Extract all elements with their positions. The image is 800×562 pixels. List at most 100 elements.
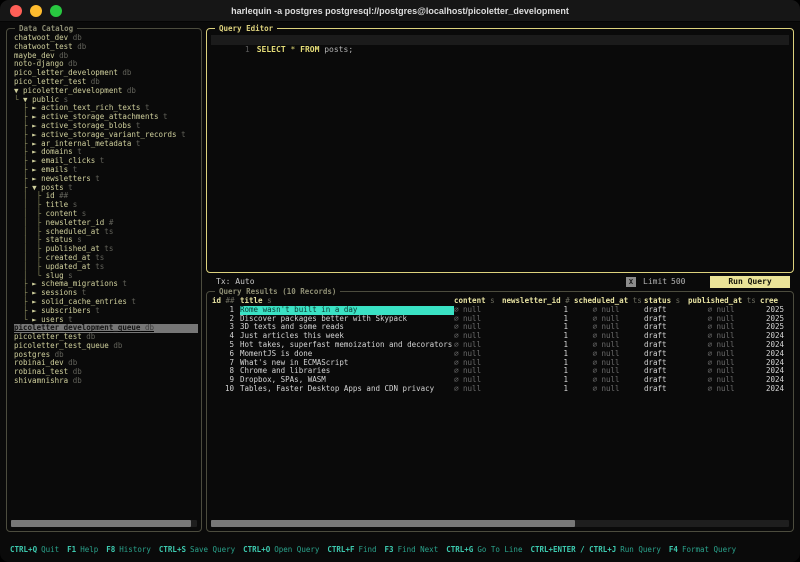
table-cell[interactable]: 2 [212,315,240,324]
table-cell[interactable]: ∅ null [454,367,502,376]
table-cell[interactable]: ∅ null [688,359,760,368]
table-row[interactable]: 10Tables, Faster Desktop Apps and CDN pr… [212,385,790,394]
table-cell[interactable]: 6 [212,350,240,359]
table-cell[interactable]: ∅ null [454,306,502,315]
table-cell[interactable]: 2025 [760,306,790,315]
table-cell[interactable]: 10 [212,385,240,394]
table-cell[interactable]: 1 [502,367,574,376]
table-cell[interactable]: draft [644,332,688,341]
table-cell[interactable]: ∅ null [574,323,644,332]
table-cell[interactable]: Dropbox, SPAs, WASM [240,376,454,385]
table-cell[interactable]: Rome wasn't built in a day [240,306,454,315]
query-editor-panel[interactable]: Query Editor 1SELECT * FROM posts; [206,28,794,273]
table-cell[interactable]: ∅ null [454,385,502,394]
table-cell[interactable]: ∅ null [454,359,502,368]
tree-item-shivamnishra[interactable]: shivamnishra db [14,377,198,386]
column-header-published_at[interactable]: published_at ts [688,297,760,306]
table-cell[interactable]: 1 [502,350,574,359]
footer-binding-help[interactable]: F1Help [67,543,98,557]
table-cell[interactable]: draft [644,376,688,385]
table-cell[interactable]: Hot takes, superfast memoization and dec… [240,341,454,350]
table-cell[interactable]: ∅ null [574,376,644,385]
table-cell[interactable]: 1 [502,323,574,332]
maximize-icon[interactable] [50,5,62,17]
table-cell[interactable]: 1 [502,315,574,324]
table-cell[interactable]: ∅ null [454,315,502,324]
table-cell[interactable]: 7 [212,359,240,368]
column-header-scheduled_at[interactable]: scheduled_at ts [574,297,644,306]
table-row[interactable]: 33D texts and some reads∅ null1∅ nulldra… [212,323,790,332]
footer-binding-find-next[interactable]: F3Find Next [385,543,439,557]
table-cell[interactable]: ∅ null [688,332,760,341]
column-header-cree[interactable]: cree [760,297,790,306]
table-cell[interactable]: draft [644,306,688,315]
table-cell[interactable]: ∅ null [454,341,502,350]
table-cell[interactable]: ∅ null [688,367,760,376]
table-cell[interactable]: 2025 [760,323,790,332]
table-cell[interactable]: draft [644,315,688,324]
column-header-id[interactable]: id ## [212,297,240,306]
table-row[interactable]: 1Rome wasn't built in a day∅ null1∅ null… [212,306,790,315]
table-cell[interactable]: 3 [212,323,240,332]
table-cell[interactable]: draft [644,385,688,394]
table-row[interactable]: 4Just articles this week∅ null1∅ nulldra… [212,332,790,341]
table-cell[interactable]: 2024 [760,350,790,359]
table-cell[interactable]: ∅ null [574,341,644,350]
table-cell[interactable]: Chrome and libraries [240,367,454,376]
catalog-horizontal-scrollbar[interactable] [11,520,197,527]
column-header-title[interactable]: title s [240,297,454,306]
footer-binding-history[interactable]: F8History [106,543,151,557]
table-cell[interactable]: 1 [212,306,240,315]
table-cell[interactable]: 1 [502,359,574,368]
table-cell[interactable]: ∅ null [574,367,644,376]
table-row[interactable]: 2Discover packages better with Skypack∅ … [212,315,790,324]
catalog-tree[interactable]: chatwoot_dev dbchatwoot_test dbmaybe_dev… [14,34,198,517]
editor-current-line[interactable]: 1SELECT * FROM posts; [211,35,789,45]
table-cell[interactable]: 2024 [760,332,790,341]
table-cell[interactable]: 5 [212,341,240,350]
table-cell[interactable]: ∅ null [688,350,760,359]
table-cell[interactable]: 1 [502,332,574,341]
table-cell[interactable]: ∅ null [688,341,760,350]
results-horizontal-scrollbar[interactable] [211,520,789,527]
transaction-mode-label[interactable]: Tx: Auto [216,277,255,286]
table-cell[interactable]: Just articles this week [240,332,454,341]
minimize-icon[interactable] [30,5,42,17]
table-cell[interactable]: ∅ null [574,332,644,341]
footer-binding-format-query[interactable]: F4Format Query [669,543,736,557]
table-cell[interactable]: 9 [212,376,240,385]
footer-binding-find[interactable]: CTRL+FFind [327,543,376,557]
limit-checkbox[interactable]: X [626,277,636,287]
table-cell[interactable]: 2024 [760,385,790,394]
footer-binding-open-query[interactable]: CTRL+OOpen Query [243,543,319,557]
table-cell[interactable]: ∅ null [454,332,502,341]
table-cell[interactable]: ∅ null [454,323,502,332]
table-cell[interactable]: 2025 [760,315,790,324]
table-cell[interactable]: 4 [212,332,240,341]
table-cell[interactable]: What's new in ECMAScript [240,359,454,368]
close-icon[interactable] [10,5,22,17]
table-cell[interactable]: ∅ null [688,376,760,385]
table-cell[interactable]: ∅ null [454,376,502,385]
table-cell[interactable]: 2024 [760,367,790,376]
table-cell[interactable]: draft [644,350,688,359]
footer-binding-run-query[interactable]: CTRL+ENTER / CTRL+JRun Query [530,543,660,557]
table-cell[interactable]: MomentJS is done [240,350,454,359]
column-header-content[interactable]: content s [454,297,502,306]
table-cell[interactable]: 3D texts and some reads [240,323,454,332]
table-cell[interactable]: ∅ null [688,306,760,315]
table-cell[interactable]: 2024 [760,341,790,350]
table-cell[interactable]: 1 [502,376,574,385]
table-cell[interactable]: ∅ null [688,315,760,324]
table-cell[interactable]: 2024 [760,359,790,368]
table-cell[interactable]: ∅ null [574,315,644,324]
table-cell[interactable]: ∅ null [688,323,760,332]
footer-binding-go-to-line[interactable]: CTRL+GGo To Line [446,543,522,557]
table-row[interactable]: 9Dropbox, SPAs, WASM∅ null1∅ nulldraft∅ … [212,376,790,385]
table-cell[interactable]: 1 [502,306,574,315]
table-cell[interactable]: ∅ null [574,359,644,368]
run-query-button[interactable]: Run Query [710,276,790,288]
table-cell[interactable]: draft [644,359,688,368]
table-cell[interactable]: ∅ null [574,306,644,315]
results-scrollbar-thumb[interactable] [211,520,575,527]
